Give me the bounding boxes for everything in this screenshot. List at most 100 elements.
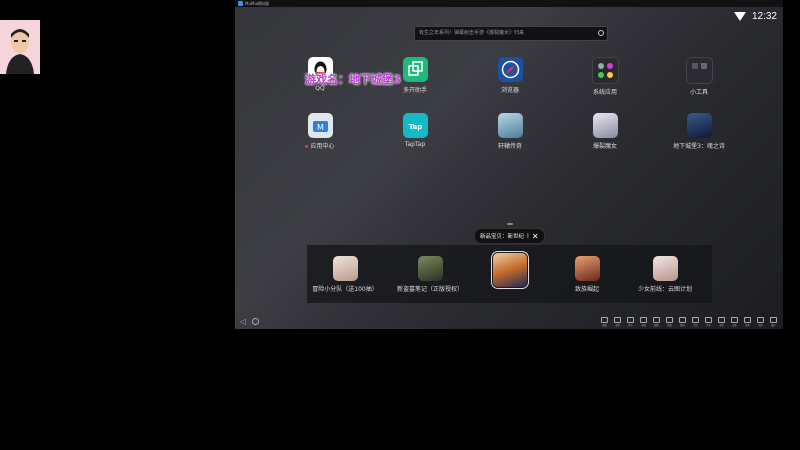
emulator-title: MuMu模拟器: [245, 1, 269, 6]
toolbar-item[interactable]: 关闭: [755, 317, 766, 327]
app-label: 新盗墓笔记（正版授权）: [396, 286, 463, 293]
toolbar-label: 音量: [667, 324, 672, 327]
status-bar: 12:32: [733, 9, 777, 23]
settings-icon: [731, 317, 738, 323]
app-xuanyuan[interactable]: 轩辕传奇: [475, 113, 545, 150]
streamer-avatar: [0, 20, 40, 74]
emulator-window: MuMu模拟器 12:32 有生之年系列！弹幕射击手游《爆裂魔女》归来 QQ 多…: [235, 0, 783, 329]
app-browser[interactable]: 浏览器: [475, 57, 545, 94]
app-witch[interactable]: 爆裂魔女: [570, 113, 640, 150]
home-icon[interactable]: [252, 318, 259, 325]
status-clock: 12:32: [751, 10, 777, 22]
app-label: 浏览器: [500, 87, 519, 94]
vibrate-icon: [679, 317, 686, 323]
app-label: 轩辕传奇: [497, 143, 522, 150]
tooltip-separator: |: [527, 233, 529, 239]
toolbar-item[interactable]: 音量: [664, 317, 675, 327]
app-label-text: 应用中心: [310, 143, 335, 150]
new-century-game-icon: [491, 251, 529, 289]
dock-app-adventure[interactable]: 冒险小分队（送100抽）: [310, 256, 380, 293]
rotate-icon: [718, 317, 725, 323]
app-app-center[interactable]: M 应用中心: [285, 113, 355, 150]
multi-open-icon: [402, 57, 428, 82]
search-placeholder: 有生之年系列！弹幕射击手游《爆裂魔女》归来: [419, 30, 525, 36]
multi-instance-icon: [627, 317, 634, 323]
emulator-toolbar: 键盘 全屏 多开 录屏 截图 音量 震动 定位 共享 旋转 设置 更多 关闭 最…: [599, 317, 779, 327]
rise-game-icon: [574, 256, 600, 281]
app-system-apps[interactable]: 系统应用: [570, 57, 640, 96]
recommend-tooltip[interactable]: 新品宝贝：新世纪 | ✕: [474, 228, 545, 244]
keyboard-icon: [601, 317, 608, 323]
toolbar-item[interactable]: 旋转: [716, 317, 727, 327]
toolbar-item[interactable]: 设置: [729, 317, 740, 327]
tools-folder-icon: [685, 57, 713, 84]
dock-app-new-century[interactable]: [475, 251, 545, 290]
location-icon: [692, 317, 699, 323]
toolbar-item[interactable]: 键盘: [599, 317, 610, 327]
svg-text:Tap: Tap: [408, 123, 422, 131]
app-label: 小工具: [689, 89, 708, 96]
minimize-icon: [770, 317, 777, 323]
toolbar-label: 最小: [771, 324, 776, 327]
more-icon: [744, 317, 751, 323]
toolbar-label: 震动: [680, 324, 685, 327]
screenshot-icon: [653, 317, 660, 323]
dock-app-tomb-notes[interactable]: 新盗墓笔记（正版授权）: [395, 256, 465, 293]
emulator-bottom-bar: ◁ 键盘 全屏 多开 录屏 截图 音量 震动 定位 共享 旋转 设置 更多 关闭…: [235, 315, 783, 329]
xuanyuan-game-icon: [497, 113, 523, 138]
app-center-icon: M: [307, 113, 333, 138]
mumu-logo-icon: [238, 1, 243, 6]
app-label: TapTap: [404, 141, 426, 148]
toolbar-item[interactable]: 录屏: [638, 317, 649, 327]
toolbar-label: 多开: [628, 324, 633, 327]
toolbar-label: 关闭: [758, 324, 763, 327]
app-label: 地下城堡3：魂之诗: [673, 143, 725, 150]
toolbar-label: 更多: [745, 324, 750, 327]
close-icon[interactable]: ✕: [532, 232, 539, 241]
app-tools[interactable]: 小工具: [664, 57, 734, 96]
witch-game-icon: [592, 113, 618, 138]
fullscreen-icon: [614, 317, 621, 323]
app-label: 爆裂魔女: [592, 143, 617, 150]
app-dungeon-castle[interactable]: 地下城堡3：魂之诗: [664, 113, 734, 150]
toolbar-item[interactable]: 全屏: [612, 317, 623, 327]
emulator-titlebar: MuMu模拟器: [235, 0, 783, 7]
toolbar-label: 键盘: [602, 324, 607, 327]
app-label: 应用中心: [285, 141, 355, 150]
toolbar-label: 共享: [706, 324, 711, 327]
toolbar-label: 旋转: [719, 324, 724, 327]
record-icon: [640, 317, 647, 323]
toolbar-item[interactable]: 共享: [703, 317, 714, 327]
page-indicator: [507, 223, 513, 225]
toolbar-item[interactable]: 定位: [690, 317, 701, 327]
share-icon: [705, 317, 712, 323]
dock-app-rise[interactable]: 致族崛起: [552, 256, 622, 293]
toolbar-label: 全屏: [615, 324, 620, 327]
app-label: 致族崛起: [574, 286, 599, 293]
toolbar-item[interactable]: 多开: [625, 317, 636, 327]
app-label: 少女前线：云图计划: [637, 286, 692, 293]
app-label: 系统应用: [592, 89, 617, 96]
girls-frontline-game-icon: [652, 256, 678, 281]
tooltip-text: 新品宝贝：新世纪: [480, 234, 525, 240]
close-app-icon: [757, 317, 764, 323]
search-icon[interactable]: [598, 30, 604, 36]
toolbar-item[interactable]: 更多: [742, 317, 753, 327]
dock-app-girls-frontline[interactable]: 少女前线：云图计划: [630, 256, 700, 293]
app-label: 冒险小分队（送100抽）: [312, 286, 378, 293]
taptap-icon: Tap: [402, 113, 428, 138]
toolbar-label: 设置: [732, 324, 737, 327]
dungeon-castle-game-icon: [686, 113, 712, 138]
search-bar[interactable]: 有生之年系列！弹幕射击手游《爆裂魔女》归来: [414, 26, 608, 41]
toolbar-item[interactable]: 截图: [651, 317, 662, 327]
tomb-notes-game-icon: [417, 256, 443, 281]
toolbar-item[interactable]: 震动: [677, 317, 688, 327]
volume-icon: [666, 317, 673, 323]
toolbar-item[interactable]: 最小: [768, 317, 779, 327]
toolbar-label: 截图: [654, 324, 659, 327]
app-taptap[interactable]: Tap TapTap: [380, 113, 450, 148]
compass-icon: [497, 57, 523, 82]
svg-text:M: M: [317, 123, 324, 132]
adventure-team-game-icon: [332, 256, 358, 281]
back-icon[interactable]: ◁: [240, 317, 246, 326]
